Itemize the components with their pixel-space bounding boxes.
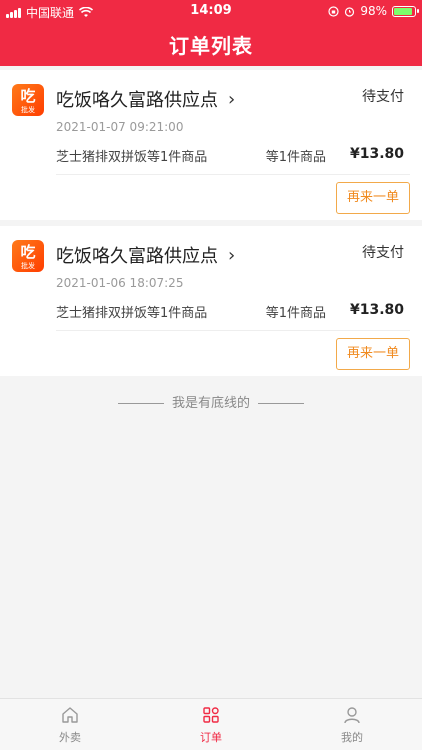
- reorder-button[interactable]: 再来一单: [336, 182, 410, 214]
- order-goods: 芝士猪排双拼饭等1件商品: [56, 306, 208, 321]
- tab-orders[interactable]: 订单: [141, 705, 281, 745]
- order-count: 等1件商品: [265, 306, 326, 321]
- tab-label: 我的: [341, 731, 363, 744]
- divider: [258, 403, 304, 404]
- divider: [117, 403, 164, 404]
- reorder-button[interactable]: 再来一单: [336, 338, 410, 370]
- shop-logo: 吃 批发: [12, 84, 44, 116]
- tab-bar: 外卖 订单 我的: [0, 698, 422, 750]
- chevron-right-icon: ›: [228, 244, 236, 266]
- grid-icon: [203, 707, 219, 723]
- user-icon: [344, 707, 360, 724]
- shop-logo: 吃 批发: [12, 240, 44, 272]
- divider: [56, 174, 410, 175]
- order-price: ¥13.80: [349, 302, 404, 318]
- status-bar: 中国联通 14:09 98%: [0, 0, 422, 22]
- divider: [56, 330, 410, 331]
- tab-mine[interactable]: 我的: [282, 705, 422, 745]
- orientation-lock-icon: [328, 5, 339, 17]
- home-icon: [62, 707, 78, 723]
- shop-name: 吃饭咯久富路供应点: [56, 90, 218, 111]
- shop-name: 吃饭咯久富路供应点: [56, 246, 218, 267]
- shop-name-link[interactable]: 吃饭咯久富路供应点 ›: [56, 86, 235, 112]
- order-time: 2021-01-07 09:21:00: [56, 120, 184, 134]
- order-status: 待支付: [362, 89, 404, 105]
- tab-label: 外卖: [59, 731, 81, 744]
- battery-icon: [392, 5, 419, 17]
- order-time: 2021-01-06 18:07:25: [56, 276, 184, 290]
- order-card[interactable]: 吃 批发 吃饭咯久富路供应点 › 待支付 2021-01-06 18:07:25…: [0, 226, 422, 376]
- order-count: 等1件商品: [265, 150, 326, 165]
- chevron-right-icon: ›: [228, 88, 236, 110]
- shop-name-link[interactable]: 吃饭咯久富路供应点 ›: [56, 242, 235, 268]
- end-of-list-note: 我是有底线的: [0, 392, 422, 411]
- order-status: 待支付: [362, 245, 404, 261]
- page-title: 订单列表: [169, 34, 253, 58]
- order-items-row: 芝士猪排双拼饭等1件商品 等1件商品 ¥13.80: [56, 146, 404, 166]
- order-card[interactable]: 吃 批发 吃饭咯久富路供应点 › 待支付 2021-01-07 09:21:00…: [0, 70, 422, 220]
- end-of-list-text: 我是有底线的: [171, 396, 250, 411]
- order-price: ¥13.80: [349, 146, 404, 162]
- app-header: 中国联通 14:09 98% 订单列表: [0, 0, 422, 66]
- battery-percent: 98%: [360, 4, 387, 18]
- alarm-icon: [345, 6, 355, 17]
- order-list: 吃 批发 吃饭咯久富路供应点 › 待支付 2021-01-07 09:21:00…: [0, 70, 422, 382]
- order-items-row: 芝士猪排双拼饭等1件商品 等1件商品 ¥13.80: [56, 302, 404, 322]
- tab-label: 订单: [200, 731, 222, 744]
- tab-takeout[interactable]: 外卖: [0, 705, 140, 745]
- order-goods: 芝士猪排双拼饭等1件商品: [56, 150, 208, 165]
